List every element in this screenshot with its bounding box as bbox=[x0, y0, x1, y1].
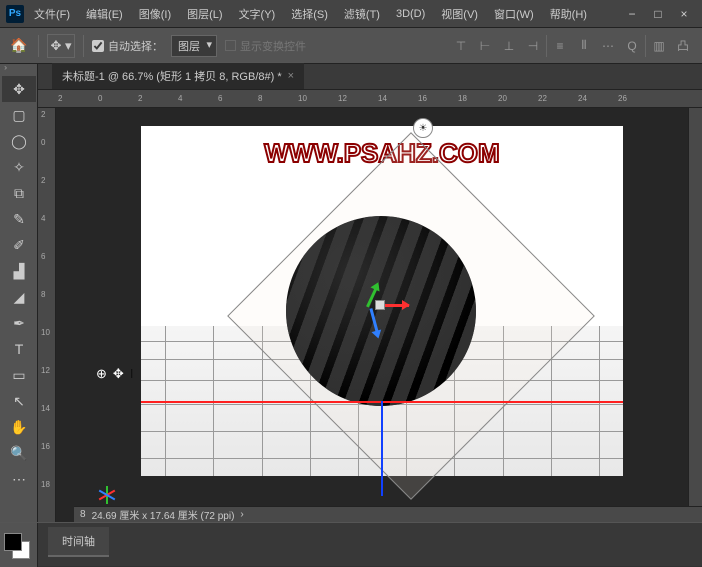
separator bbox=[83, 35, 84, 57]
maximize-button[interactable]: □ bbox=[646, 4, 670, 24]
canvas-wrap: 2 0 2 4 6 8 10 12 14 16 18 WWW.PSAHZ.COM bbox=[38, 108, 702, 522]
menu-layer[interactable]: 图层(L) bbox=[181, 4, 228, 24]
distribute-v-icon[interactable]: ⦀ bbox=[573, 35, 595, 57]
minimize-button[interactable]: − bbox=[620, 4, 644, 24]
separator bbox=[546, 35, 547, 57]
menu-window[interactable]: 窗口(W) bbox=[488, 4, 540, 24]
crop-tool[interactable]: ⧉ bbox=[2, 180, 36, 206]
more-icon[interactable]: ⋯ bbox=[597, 35, 619, 57]
color-swatch[interactable] bbox=[0, 523, 38, 567]
separator bbox=[38, 35, 39, 57]
menu-help[interactable]: 帮助(H) bbox=[544, 4, 593, 24]
pan-icon[interactable]: ✥ bbox=[113, 366, 124, 382]
auto-select-input[interactable] bbox=[92, 40, 104, 52]
toolbox: ✥ ▢ ◯ ✧ ⧉ ✎ ✐ ▟ ◢ ✒ T ▭ ↖ ✋ 🔍 ⋯ bbox=[0, 64, 38, 522]
canvas[interactable]: WWW.PSAHZ.COM ☀ bbox=[141, 126, 623, 476]
document-title: 未标题-1 @ 66.7% (矩形 1 拷贝 8, RGB/8#) * bbox=[62, 68, 282, 84]
marquee-tool[interactable]: ▢ bbox=[2, 102, 36, 128]
document-area: 未标题-1 @ 66.7% (矩形 1 拷贝 8, RGB/8#) * × 2 … bbox=[38, 64, 702, 522]
app-logo: Ps bbox=[6, 5, 24, 23]
options-bar: 🏠 ✥ ▾ 自动选择： 图层 显示变换控件 ⊤ ⊢ ⊥ ⊣ ≡ ⦀ ⋯ Q ▥ … bbox=[0, 28, 702, 64]
show-transform-label: 显示变换控件 bbox=[240, 38, 306, 54]
panel-icon[interactable]: ▥ bbox=[648, 35, 670, 57]
vertical-ruler[interactable]: 2 0 2 4 6 8 10 12 14 16 18 bbox=[38, 108, 56, 522]
auto-select-checkbox[interactable]: 自动选择： bbox=[92, 38, 163, 54]
stamp-tool[interactable]: ▟ bbox=[2, 258, 36, 284]
align-top-icon[interactable]: ⊤ bbox=[450, 35, 472, 57]
workspace: ✥ ▢ ◯ ✧ ⧉ ✎ ✐ ▟ ◢ ✒ T ▭ ↖ ✋ 🔍 ⋯ 未标题-1 @ … bbox=[0, 64, 702, 522]
menu-view[interactable]: 视图(V) bbox=[435, 4, 484, 24]
hand-tool[interactable]: ✋ bbox=[2, 414, 36, 440]
document-tab[interactable]: 未标题-1 @ 66.7% (矩形 1 拷贝 8, RGB/8#) * × bbox=[52, 62, 304, 89]
titlebar: Ps 文件(F) 编辑(E) 图像(I) 图层(L) 文字(Y) 选择(S) 滤… bbox=[0, 0, 702, 28]
status-dimensions: 24.69 厘米 x 17.64 厘米 (72 ppi) bbox=[92, 507, 235, 522]
document-tab-bar: 未标题-1 @ 66.7% (矩形 1 拷贝 8, RGB/8#) * × bbox=[38, 64, 702, 90]
type-tool[interactable]: T bbox=[2, 336, 36, 362]
menu-edit[interactable]: 编辑(E) bbox=[80, 4, 129, 24]
auto-select-dropdown[interactable]: 图层 bbox=[171, 35, 217, 57]
checkbox-empty[interactable] bbox=[225, 40, 236, 51]
pen-tool[interactable]: ✒ bbox=[2, 310, 36, 336]
window-controls: − □ × bbox=[620, 4, 696, 24]
path-tool[interactable]: ↖ bbox=[2, 388, 36, 414]
separator bbox=[645, 35, 646, 57]
foreground-color-swatch[interactable] bbox=[4, 533, 22, 551]
status-arrow-icon[interactable]: › bbox=[240, 509, 243, 520]
3d-light-icon[interactable]: ☀ bbox=[413, 118, 433, 138]
menu-text[interactable]: 文字(Y) bbox=[233, 4, 282, 24]
close-button[interactable]: × bbox=[672, 4, 696, 24]
move-tool[interactable]: ✥ bbox=[2, 76, 36, 102]
edit-toolbar[interactable]: ⋯ bbox=[2, 466, 36, 492]
auto-select-label: 自动选择： bbox=[108, 38, 163, 54]
cursor-icon[interactable]: I bbox=[130, 366, 134, 382]
vertical-scrollbar[interactable] bbox=[688, 108, 702, 506]
bottom-panel: 时间轴 bbox=[0, 522, 702, 566]
magic-wand-tool[interactable]: ✧ bbox=[2, 154, 36, 180]
eyedropper-tool[interactable]: ✎ bbox=[2, 206, 36, 232]
lasso-tool[interactable]: ◯ bbox=[2, 128, 36, 154]
status-bar: 8 24.69 厘米 x 17.64 厘米 (72 ppi) › bbox=[74, 506, 702, 522]
orbit-icon[interactable]: ⊕ bbox=[96, 366, 107, 382]
3d-axis-z-line bbox=[381, 401, 383, 496]
show-transform-checkbox[interactable]: 显示变换控件 bbox=[225, 38, 306, 54]
align-left-icon[interactable]: ⊣ bbox=[522, 35, 544, 57]
align-buttons: ⊤ ⊢ ⊥ ⊣ ≡ ⦀ ⋯ Q ▥ 凸 bbox=[450, 35, 694, 57]
tab-close-icon[interactable]: × bbox=[288, 70, 294, 82]
align-bottom-icon[interactable]: ⊥ bbox=[498, 35, 520, 57]
home-button[interactable]: 🏠 bbox=[8, 35, 30, 57]
menu-file[interactable]: 文件(F) bbox=[28, 4, 76, 24]
3d-overlay-controls[interactable]: ⊕ ✥ I bbox=[96, 366, 133, 382]
timeline-tab[interactable]: 时间轴 bbox=[48, 527, 109, 557]
move-tool-icon[interactable]: ✥ ▾ bbox=[47, 34, 75, 58]
zoom-tool[interactable]: 🔍 bbox=[2, 440, 36, 466]
3d-sphere-object[interactable] bbox=[286, 216, 476, 406]
align-vmid-icon[interactable]: ⊢ bbox=[474, 35, 496, 57]
brush-tool[interactable]: ✐ bbox=[2, 232, 36, 258]
status-index: 8 bbox=[80, 509, 86, 520]
share-icon[interactable]: 凸 bbox=[672, 35, 694, 57]
horizontal-ruler[interactable]: 2 0 2 4 6 8 10 12 14 16 18 20 22 24 26 bbox=[38, 90, 702, 108]
shape-tool[interactable]: ▭ bbox=[2, 362, 36, 388]
menu-3d[interactable]: 3D(D) bbox=[390, 6, 431, 22]
3d-mode-icon[interactable]: Q bbox=[621, 35, 643, 57]
distribute-h-icon[interactable]: ≡ bbox=[549, 35, 571, 57]
canvas-viewport[interactable]: WWW.PSAHZ.COM ☀ bbox=[56, 108, 702, 522]
menu-filter[interactable]: 滤镜(T) bbox=[338, 4, 386, 24]
gradient-tool[interactable]: ◢ bbox=[2, 284, 36, 310]
menu-select[interactable]: 选择(S) bbox=[285, 4, 334, 24]
menu-image[interactable]: 图像(I) bbox=[133, 4, 177, 24]
